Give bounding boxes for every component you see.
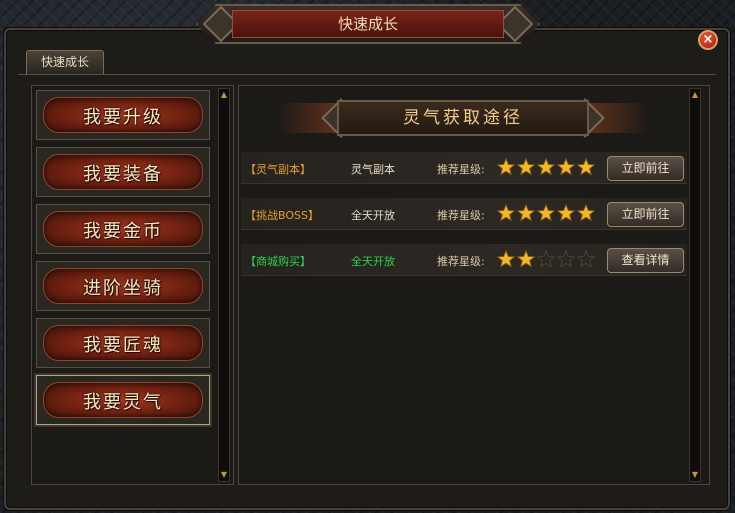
triangle-down-icon[interactable]: ▼ — [690, 470, 700, 480]
source-name: 【商城购买】 — [245, 255, 311, 268]
go-now-button[interactable]: 立即前往 — [607, 202, 684, 227]
star-icon — [537, 204, 555, 222]
triangle-up-icon[interactable]: ▲ — [219, 90, 229, 100]
nav-item-label: 我要匠魂 — [83, 335, 163, 356]
nav-item-aura[interactable]: 我要灵气 — [36, 375, 210, 425]
close-button[interactable]: × — [698, 30, 718, 50]
triangle-down-icon[interactable]: ▼ — [219, 470, 229, 480]
nav-panel: 我要升级 我要装备 我要金币 进阶坐骑 我要匠魂 我要灵气 ▲ ▼ — [31, 85, 234, 485]
table-row: 【商城购买】 全天开放 推荐星级: 查看详情 — [241, 244, 687, 276]
star-rating — [497, 204, 597, 224]
star-icon — [537, 250, 555, 268]
content-panel: 灵气获取途径 【灵气副本】 灵气副本 推荐星级: 立即前往 【挑战BOSS】 全… — [238, 85, 710, 485]
availability-text: 全天开放 — [351, 255, 395, 268]
nav-item-mount[interactable]: 进阶坐骑 — [36, 261, 210, 311]
nav-item-label: 我要升级 — [83, 107, 163, 128]
recommend-label: 推荐星级: — [437, 209, 485, 222]
close-icon: × — [702, 32, 714, 47]
triangle-up-icon[interactable]: ▲ — [690, 90, 700, 100]
nav-item-label: 我要金币 — [83, 221, 163, 242]
star-icon — [557, 250, 575, 268]
star-icon — [557, 204, 575, 222]
nav-scrollbar[interactable]: ▲ ▼ — [218, 88, 230, 482]
panel-title: 灵气获取途径 — [337, 100, 589, 136]
availability-text: 灵气副本 — [351, 163, 395, 176]
nav-item-label: 我要灵气 — [83, 392, 163, 413]
star-rating — [497, 250, 597, 270]
nav-item-level-up[interactable]: 我要升级 — [36, 90, 210, 140]
star-icon — [517, 250, 535, 268]
nav-item-equipment[interactable]: 我要装备 — [36, 147, 210, 197]
star-icon — [577, 204, 595, 222]
window-title: 快速成长 — [232, 10, 504, 38]
nav-item-label: 我要装备 — [83, 164, 163, 185]
recommend-label: 推荐星级: — [437, 163, 485, 176]
star-icon — [497, 204, 515, 222]
star-icon — [557, 158, 575, 176]
nav-item-label: 进阶坐骑 — [83, 278, 163, 299]
source-name: 【挑战BOSS】 — [245, 209, 319, 222]
source-name: 【灵气副本】 — [245, 163, 311, 176]
star-icon — [497, 250, 515, 268]
star-icon — [497, 158, 515, 176]
content-scrollbar[interactable]: ▲ ▼ — [689, 88, 701, 482]
star-icon — [537, 158, 555, 176]
star-icon — [517, 204, 535, 222]
tab-quick-growth[interactable]: 快速成长 — [26, 50, 104, 74]
star-icon — [517, 158, 535, 176]
table-row: 【挑战BOSS】 全天开放 推荐星级: 立即前往 — [241, 198, 687, 230]
star-icon — [577, 158, 595, 176]
tab-divider — [18, 74, 716, 75]
go-now-button[interactable]: 立即前往 — [607, 156, 684, 181]
view-details-button[interactable]: 查看详情 — [607, 248, 684, 273]
star-rating — [497, 158, 597, 178]
star-icon — [577, 250, 595, 268]
recommend-label: 推荐星级: — [437, 255, 485, 268]
nav-item-gold[interactable]: 我要金币 — [36, 204, 210, 254]
table-row: 【灵气副本】 灵气副本 推荐星级: 立即前往 — [241, 152, 687, 184]
availability-text: 全天开放 — [351, 209, 395, 222]
nav-item-craft-soul[interactable]: 我要匠魂 — [36, 318, 210, 368]
